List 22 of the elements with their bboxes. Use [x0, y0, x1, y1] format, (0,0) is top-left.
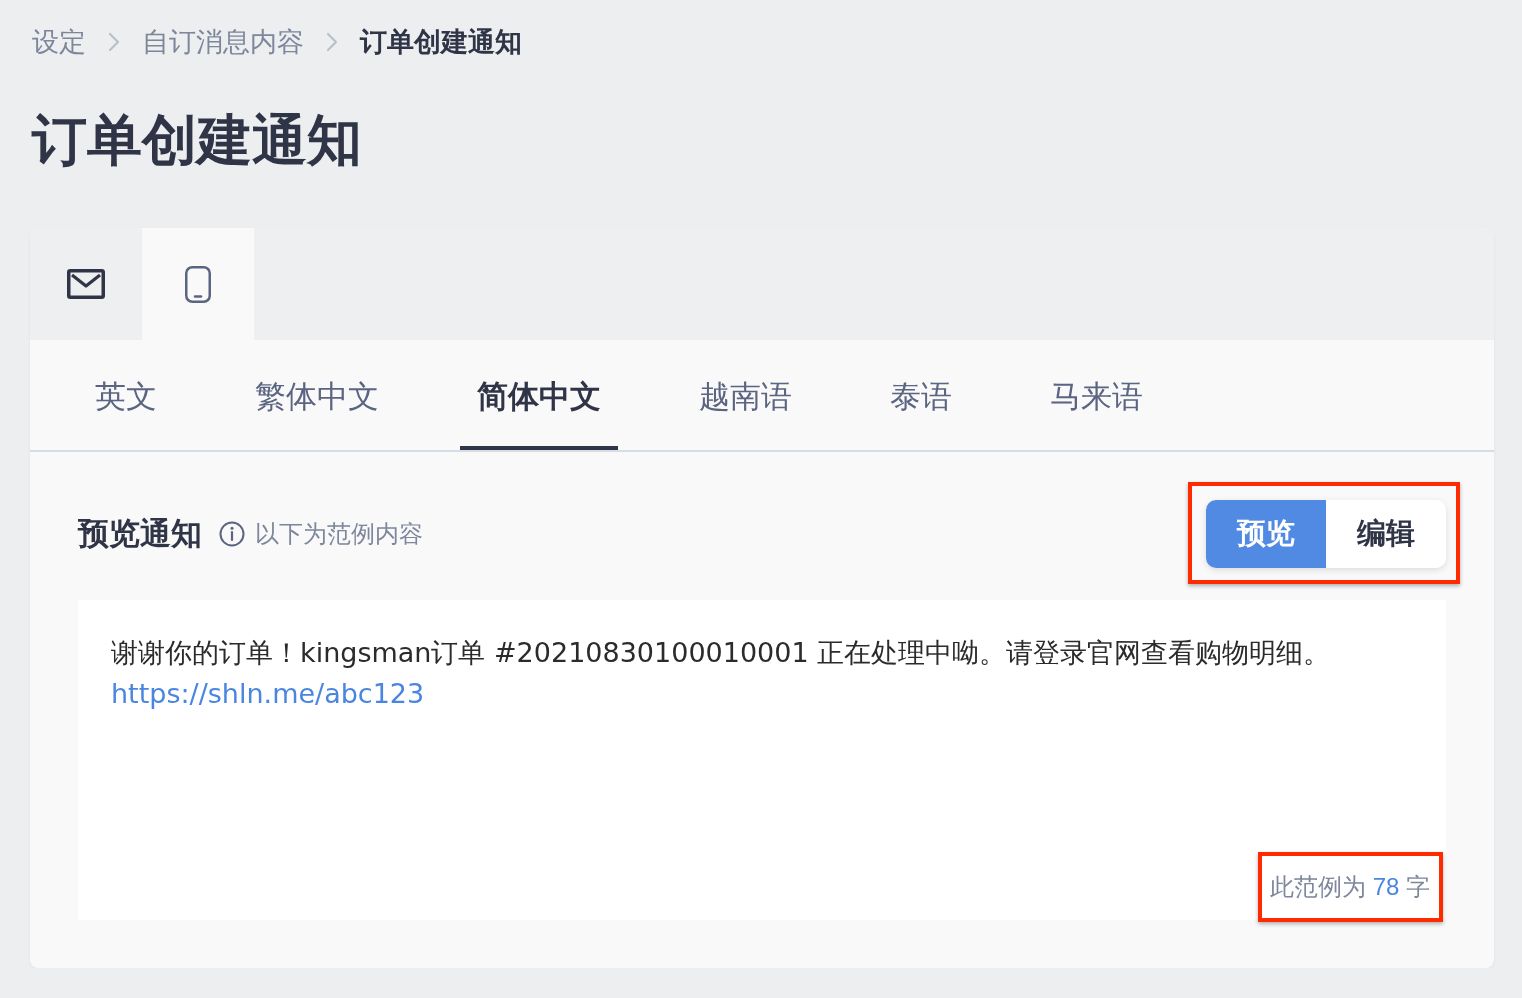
preview-mode-button[interactable]: 预览: [1206, 500, 1326, 568]
edit-mode-button[interactable]: 编辑: [1326, 500, 1446, 568]
section-title: 预览通知: [78, 515, 202, 553]
breadcrumb-current-page: 订单创建通知: [360, 26, 522, 59]
envelope-icon: [67, 269, 105, 299]
language-tab[interactable]: 越南语: [682, 340, 809, 450]
hint-text: 以下为范例内容: [255, 519, 423, 549]
info-icon: [219, 521, 245, 547]
message-text: 谢谢你的订单！kingsman订单 #20210830100010001 正在处理中呦。请登录官网查看购物明细。 https://shln.me/abc123: [111, 636, 1332, 711]
language-tab[interactable]: 泰语: [873, 340, 969, 450]
mobile-phone-icon: [185, 265, 211, 303]
chevron-icon: [326, 32, 338, 52]
chevron-icon: [108, 32, 120, 52]
language-tab[interactable]: 繁体中文: [238, 340, 396, 450]
language-tab[interactable]: 英文: [78, 340, 174, 450]
message-link[interactable]: https://shln.me/abc123: [111, 678, 425, 709]
language-tab[interactable]: 简体中文: [460, 340, 618, 450]
breadcrumb-link[interactable]: 设定: [32, 24, 86, 60]
breadcrumb-link[interactable]: 自订消息内容: [142, 24, 304, 60]
character-count: 此范例为 78 字: [1269, 872, 1430, 902]
page-title: 订单创建通知: [32, 108, 362, 172]
language-tab[interactable]: 马来语: [1033, 340, 1160, 450]
